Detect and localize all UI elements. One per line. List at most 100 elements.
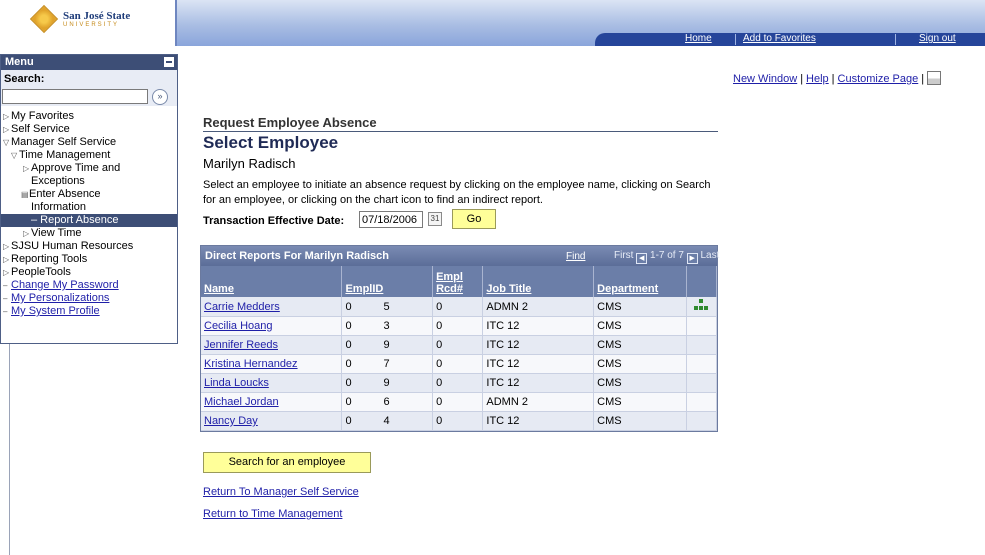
column-header-emplid[interactable]: EmplID [341, 266, 434, 297]
cell-empl-rcd: 0 [432, 354, 484, 374]
cell-chart [686, 392, 718, 412]
sign-out-link[interactable]: Sign out [919, 33, 956, 44]
column-header-name[interactable]: Name [201, 266, 343, 297]
table-row: Linda Loucks 0 9 0 ITC 12 CMS [201, 373, 718, 393]
cell-emplid: 09 [341, 373, 434, 393]
customize-page-link[interactable]: Customize Page [838, 73, 919, 85]
menu-item-manager-self-service[interactable]: ▽ Manager Self Service [3, 136, 116, 149]
cell-job-title: ITC 12 [482, 354, 595, 374]
help-link[interactable]: Help [806, 73, 829, 85]
cell-chart [686, 297, 718, 317]
menu-item-personalizations[interactable]: – My Personalizations [3, 292, 109, 305]
table-row: Cecilia Hoang 0 3 0 ITC 12 CMS [201, 316, 718, 336]
nav-separator [735, 34, 736, 45]
left-menu: Menu Search: » ▷ My Favorites ▷ Self Servi… [0, 54, 178, 344]
return-to-time-mgmt-link[interactable]: Return to Time Management [203, 508, 342, 520]
menu-divider [9, 344, 10, 555]
menu-item-system-profile[interactable]: – My System Profile [3, 305, 100, 318]
nav-separator [895, 34, 896, 45]
cell-name[interactable]: Michael Jordan [201, 392, 343, 412]
cell-name[interactable]: Nancy Day [201, 411, 343, 431]
cell-job-title: ADMN 2 [482, 297, 595, 317]
employee-name-link[interactable]: Cecilia Hoang [204, 320, 272, 332]
cell-name[interactable]: Cecilia Hoang [201, 316, 343, 336]
menu-item-reporting-tools[interactable]: ▷ Reporting Tools [3, 253, 87, 266]
employee-name-link[interactable]: Michael Jordan [204, 396, 279, 408]
cell-empl-rcd: 0 [432, 335, 484, 355]
menu-search-input[interactable] [2, 89, 148, 104]
menu-item-approve-time-line2[interactable]: Exceptions [31, 175, 85, 187]
print-icon[interactable] [927, 71, 942, 85]
cell-job-title: ITC 12 [482, 373, 595, 393]
menu-item-enter-absence[interactable]: ▤Enter Absence [21, 188, 101, 201]
menu-item-view-time[interactable]: ▷ View Time [23, 227, 82, 240]
employee-name-link[interactable]: Linda Loucks [204, 377, 269, 389]
menu-item-self-service[interactable]: ▷ Self Service [3, 123, 70, 136]
cell-name[interactable]: Kristina Hernandez [201, 354, 343, 374]
cell-department: CMS [593, 392, 687, 412]
folder-open-icon: ▤ [21, 190, 29, 199]
new-window-link[interactable]: New Window [733, 73, 797, 85]
menu-item-report-absence[interactable]: – Report Absence [1, 214, 177, 227]
cell-emplid: 03 [341, 316, 434, 336]
first-label: First [614, 250, 634, 261]
table-row: Kristina Hernandez 0 7 0 ITC 12 CMS [201, 354, 718, 374]
cell-job-title: ITC 12 [482, 316, 595, 336]
menu-item-peopletools[interactable]: ▷ PeopleTools [3, 266, 71, 279]
direct-reports-table: Name EmplID Empl Rcd# Job Title Departme… [201, 266, 718, 431]
expanded-triangle-icon: ▽ [11, 151, 18, 160]
calendar-icon[interactable]: 31 [428, 212, 442, 226]
menu-item-my-favorites[interactable]: ▷ My Favorites [3, 110, 74, 123]
page-links: New Window | Help | Customize Page | [733, 71, 942, 85]
menu-item-enter-absence-line2[interactable]: Information [31, 201, 86, 213]
row-range: 1-7 of 7 [650, 250, 684, 261]
cell-chart [686, 335, 718, 355]
menu-item-sjsu-hr[interactable]: ▷ SJSU Human Resources [3, 240, 133, 253]
cell-job-title: ITC 12 [482, 335, 595, 355]
page-title: Select Employee [203, 133, 339, 152]
employee-name-link[interactable]: Jennifer Reeds [204, 339, 278, 351]
search-for-employee-button[interactable]: Search for an employee [203, 452, 371, 473]
employee-name-link[interactable]: Kristina Hernandez [204, 358, 298, 370]
employee-name-link[interactable]: Carrie Medders [204, 301, 280, 313]
home-link[interactable]: Home [685, 33, 712, 44]
search-go-icon[interactable]: » [152, 89, 168, 105]
next-page-icon[interactable]: ▶ [686, 253, 698, 264]
go-button[interactable]: Go [452, 209, 496, 229]
cell-emplid: 07 [341, 354, 434, 374]
employee-name-link[interactable]: Nancy Day [204, 415, 258, 427]
cell-name[interactable]: Carrie Medders [201, 297, 343, 317]
cell-name[interactable]: Linda Loucks [201, 373, 343, 393]
menu-item-change-password[interactable]: – Change My Password [3, 279, 119, 292]
collapse-menu-icon[interactable] [164, 57, 174, 67]
menu-item-approve-time[interactable]: ▷ Approve Time and [23, 162, 120, 175]
grid-title: Direct Reports For Marilyn Radisch [205, 250, 389, 262]
column-header-department[interactable]: Department [593, 266, 687, 297]
collapsed-triangle-icon: ▷ [3, 268, 10, 277]
menu-title: Menu [5, 56, 34, 68]
effective-date-label: Transaction Effective Date: [203, 215, 345, 227]
manager-name: Marilyn Radisch [203, 156, 296, 171]
search-label: Search: [4, 73, 45, 85]
cell-department: CMS [593, 297, 687, 317]
effective-date-input[interactable] [359, 211, 423, 228]
grid-pagination: First ◀ 1-7 of 7 ▶ Last [614, 250, 719, 264]
org-chart-icon[interactable] [694, 299, 709, 311]
collapsed-triangle-icon: ▷ [3, 112, 10, 121]
return-to-mss-link[interactable]: Return To Manager Self Service [203, 486, 359, 498]
university-logo[interactable]: San José State UNIVERSITY [0, 0, 175, 46]
cell-name[interactable]: Jennifer Reeds [201, 335, 343, 355]
cell-empl-rcd: 0 [432, 411, 484, 431]
grid-find-link[interactable]: Find [566, 251, 585, 262]
cell-department: CMS [593, 354, 687, 374]
cell-chart [686, 316, 718, 336]
cell-emplid: 04 [341, 411, 434, 431]
column-header-job-title[interactable]: Job Title [482, 266, 595, 297]
menu-item-time-management[interactable]: ▽ Time Management [11, 149, 110, 162]
table-row: Carrie Medders 0 5 0 ADMN 2 CMS [201, 297, 718, 317]
cell-emplid: 06 [341, 392, 434, 412]
previous-page-icon[interactable]: ◀ [636, 253, 648, 264]
add-to-favorites-link[interactable]: Add to Favorites [743, 33, 816, 44]
column-header-empl-rcd[interactable]: Empl Rcd# [432, 266, 484, 297]
collapsed-triangle-icon: ▷ [23, 164, 30, 173]
